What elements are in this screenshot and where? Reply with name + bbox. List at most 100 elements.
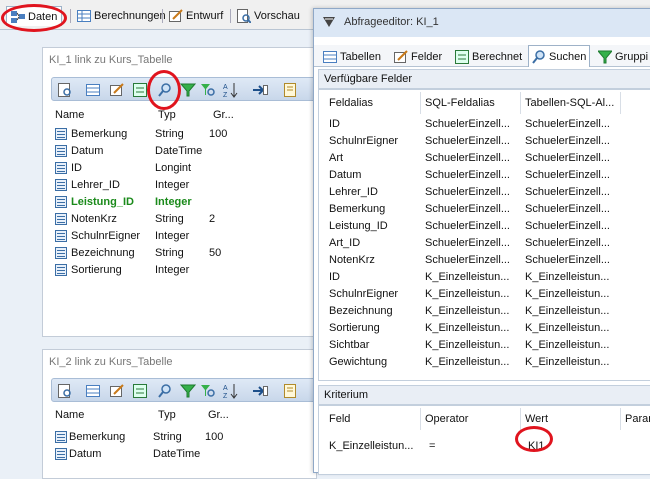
col-header-operator[interactable]: Operator bbox=[425, 413, 468, 425]
field-name: Bemerkung bbox=[69, 431, 126, 443]
cell-feldalias: Sichtbar bbox=[329, 339, 370, 351]
panel-title: KI_1 link zu Kurs_Tabelle bbox=[49, 54, 173, 66]
tab-suchen[interactable]: Suchen bbox=[528, 45, 591, 67]
filter-icon[interactable] bbox=[179, 383, 197, 399]
notes-icon[interactable] bbox=[282, 383, 298, 399]
filter-search-icon[interactable] bbox=[200, 82, 216, 98]
field-row[interactable]: Datum DateTime bbox=[43, 143, 343, 160]
field-row[interactable]: SchulnrEigner K_Einzelleistun... K_Einzell… bbox=[319, 286, 650, 303]
section-header-criteria: Kriterium bbox=[318, 385, 650, 405]
field-size: 50 bbox=[209, 247, 222, 259]
dialog-title: Abfrageeditor: KI_1 bbox=[344, 16, 439, 28]
cell-feldalias: Datum bbox=[329, 169, 362, 181]
cell-sql-feldalias: SchuelerEinzell... bbox=[425, 220, 510, 232]
col-header-feld[interactable]: Feld bbox=[329, 413, 350, 425]
field-row[interactable]: Datum DateTime bbox=[43, 446, 343, 463]
col-header-feldalias[interactable]: Feldalias bbox=[329, 97, 373, 109]
col-header-param[interactable]: Param bbox=[625, 413, 650, 425]
table-icon[interactable] bbox=[85, 383, 101, 399]
field-size: 100 bbox=[205, 431, 224, 443]
tab-entwurf[interactable]: Entwurf bbox=[165, 6, 227, 26]
field-row[interactable]: Bezeichnung K_Einzelleistun... K_Einzellei… bbox=[319, 303, 650, 320]
cell-tabellen-sql-alias: SchuelerEinzell... bbox=[525, 118, 610, 130]
sort-az-icon[interactable]: AZ bbox=[222, 383, 238, 400]
field-type: DateTime bbox=[155, 145, 203, 157]
field-icon bbox=[55, 162, 67, 174]
cell-feldalias: Art_ID bbox=[329, 237, 361, 249]
field-row[interactable]: Art_ID SchuelerEinzell... SchuelerEinzell.… bbox=[319, 235, 650, 252]
tab-tabellen[interactable]: Tabellen bbox=[320, 47, 384, 66]
field-name: NotenKrz bbox=[71, 213, 117, 225]
col-header-groesse[interactable]: Gr... bbox=[213, 109, 234, 121]
filter-search-icon[interactable] bbox=[200, 383, 216, 399]
available-fields-grid: Feldalias SQL-Feldalias Tabellen-SQL-Al.… bbox=[318, 89, 650, 381]
col-header-sql-feldalias[interactable]: SQL-Feldalias bbox=[425, 97, 495, 109]
field-row[interactable]: Leistung_ID Integer bbox=[43, 194, 343, 211]
column-divider bbox=[520, 408, 521, 430]
tab-gruppierung[interactable]: Gruppi bbox=[595, 47, 650, 66]
pencil-icon[interactable] bbox=[109, 82, 125, 98]
cell-sql-feldalias: SchuelerEinzell... bbox=[425, 203, 510, 215]
sort-az-icon[interactable]: AZ bbox=[222, 82, 238, 99]
tab-vorschau[interactable]: Vorschau bbox=[233, 6, 304, 26]
field-row[interactable]: Lehrer_ID SchuelerEinzell... SchuelerEinze… bbox=[319, 184, 650, 201]
pencil-icon[interactable] bbox=[109, 383, 125, 399]
col-header-groesse[interactable]: Gr... bbox=[208, 409, 229, 421]
field-name: ID bbox=[71, 162, 82, 174]
cell-sql-feldalias: K_Einzelleistun... bbox=[425, 271, 510, 283]
field-row[interactable]: Bemerkung String 100 bbox=[43, 429, 343, 446]
col-header-typ[interactable]: Typ bbox=[158, 409, 176, 421]
field-row[interactable]: Datum SchuelerEinzell... SchuelerEinzell..… bbox=[319, 167, 650, 184]
cell-sql-feldalias: SchuelerEinzell... bbox=[425, 118, 510, 130]
preview-icon[interactable] bbox=[57, 383, 73, 399]
tab-felder[interactable]: Felder bbox=[391, 47, 445, 66]
table-icon[interactable] bbox=[85, 82, 101, 98]
field-row[interactable]: Sortierung K_Einzelleistun... K_Einzelleis… bbox=[319, 320, 650, 337]
field-row[interactable]: Bemerkung String 100 bbox=[43, 126, 343, 143]
field-row[interactable]: SchulnrEigner SchuelerEinzell... SchuelerE… bbox=[319, 133, 650, 150]
field-row[interactable]: Bezeichnung String 50 bbox=[43, 245, 343, 262]
field-row[interactable]: Bemerkung SchuelerEinzell... SchuelerEinze… bbox=[319, 201, 650, 218]
col-header-wert[interactable]: Wert bbox=[525, 413, 548, 425]
table-icon bbox=[77, 9, 91, 23]
field-icon bbox=[55, 448, 67, 460]
tab-berechnungen[interactable]: Berechnungen bbox=[73, 6, 170, 26]
criteria-row[interactable]: K_Einzelleistun... = KI1 bbox=[319, 438, 650, 455]
field-row[interactable]: ID SchuelerEinzell... SchuelerEinzell... bbox=[319, 116, 650, 133]
filter-icon[interactable] bbox=[179, 82, 197, 98]
field-row[interactable]: ID K_Einzelleistun... K_Einzelleistun... bbox=[319, 269, 650, 286]
tab-berechnet[interactable]: Berechnet bbox=[452, 47, 525, 66]
cell-feldalias: SchulnrEigner bbox=[329, 135, 399, 147]
col-header-typ[interactable]: Typ bbox=[158, 109, 176, 121]
field-icon bbox=[55, 230, 67, 242]
cell-tabellen-sql-alias: SchuelerEinzell... bbox=[525, 254, 610, 266]
field-row[interactable]: SchulnrEigner Integer bbox=[43, 228, 343, 245]
field-row[interactable]: NotenKrz String 2 bbox=[43, 211, 343, 228]
field-type: String bbox=[155, 128, 184, 140]
notes-icon[interactable] bbox=[282, 82, 298, 98]
insert-icon[interactable] bbox=[252, 383, 268, 399]
field-row[interactable]: Sichtbar K_Einzelleistun... K_Einzelleistu… bbox=[319, 337, 650, 354]
col-header-name[interactable]: Name bbox=[55, 109, 84, 121]
field-name: Lehrer_ID bbox=[71, 179, 120, 191]
col-header-name[interactable]: Name bbox=[55, 409, 84, 421]
calc-icon[interactable] bbox=[132, 383, 148, 399]
field-name: Bemerkung bbox=[71, 128, 128, 140]
col-header-tabellen-sql-alias[interactable]: Tabellen-SQL-Al... bbox=[525, 97, 614, 109]
table-panel-ki2: KI_2 link zu Kurs_Tabelle AZ Name Typ Gr… bbox=[42, 349, 341, 479]
tab-label: Tabellen bbox=[340, 50, 381, 63]
field-row[interactable]: Gewichtung K_Einzelleistun... K_Einzelleis… bbox=[319, 354, 650, 371]
field-row[interactable]: NotenKrz SchuelerEinzell... SchuelerEinzel… bbox=[319, 252, 650, 269]
preview-icon[interactable] bbox=[57, 82, 73, 98]
pencil-icon bbox=[169, 9, 183, 23]
field-row[interactable]: Sortierung Integer bbox=[43, 262, 343, 279]
calc-icon[interactable] bbox=[132, 82, 148, 98]
field-row[interactable]: Art SchuelerEinzell... SchuelerEinzell... bbox=[319, 150, 650, 167]
svg-text:Z: Z bbox=[223, 92, 228, 98]
field-row[interactable]: Leistung_ID SchuelerEinzell... SchuelerEin… bbox=[319, 218, 650, 235]
insert-icon[interactable] bbox=[252, 82, 268, 98]
dialog-titlebar[interactable]: Abfrageeditor: KI_1 bbox=[314, 9, 650, 37]
field-row[interactable]: Lehrer_ID Integer bbox=[43, 177, 343, 194]
field-row[interactable]: ID Longint bbox=[43, 160, 343, 177]
search-icon[interactable] bbox=[157, 383, 173, 399]
